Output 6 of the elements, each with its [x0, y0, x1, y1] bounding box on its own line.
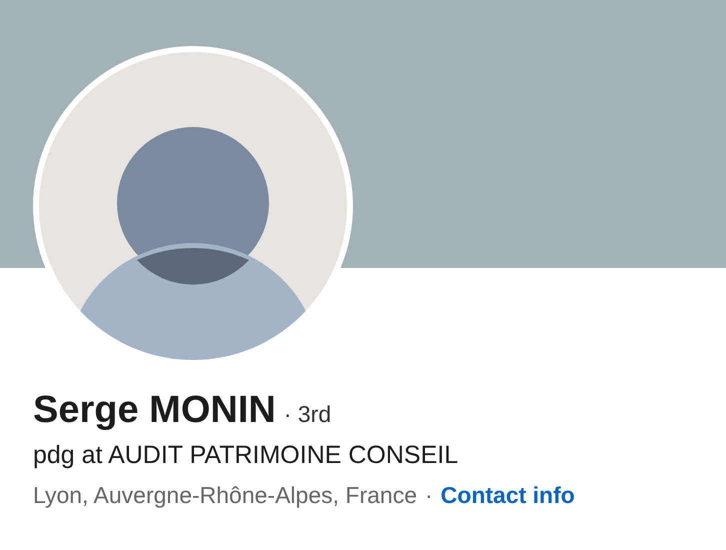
connection-degree: · 3rd [284, 401, 332, 428]
profile-headline: pdg at AUDIT PATRIMOINE CONSEIL [33, 440, 460, 470]
separator-dot: · [424, 482, 433, 509]
profile-name: Serge MONIN [33, 388, 276, 432]
contact-info-link[interactable]: Contact info [440, 482, 575, 509]
profile-location: Lyon, Auvergne-Rhône-Alpes, France [33, 482, 417, 509]
